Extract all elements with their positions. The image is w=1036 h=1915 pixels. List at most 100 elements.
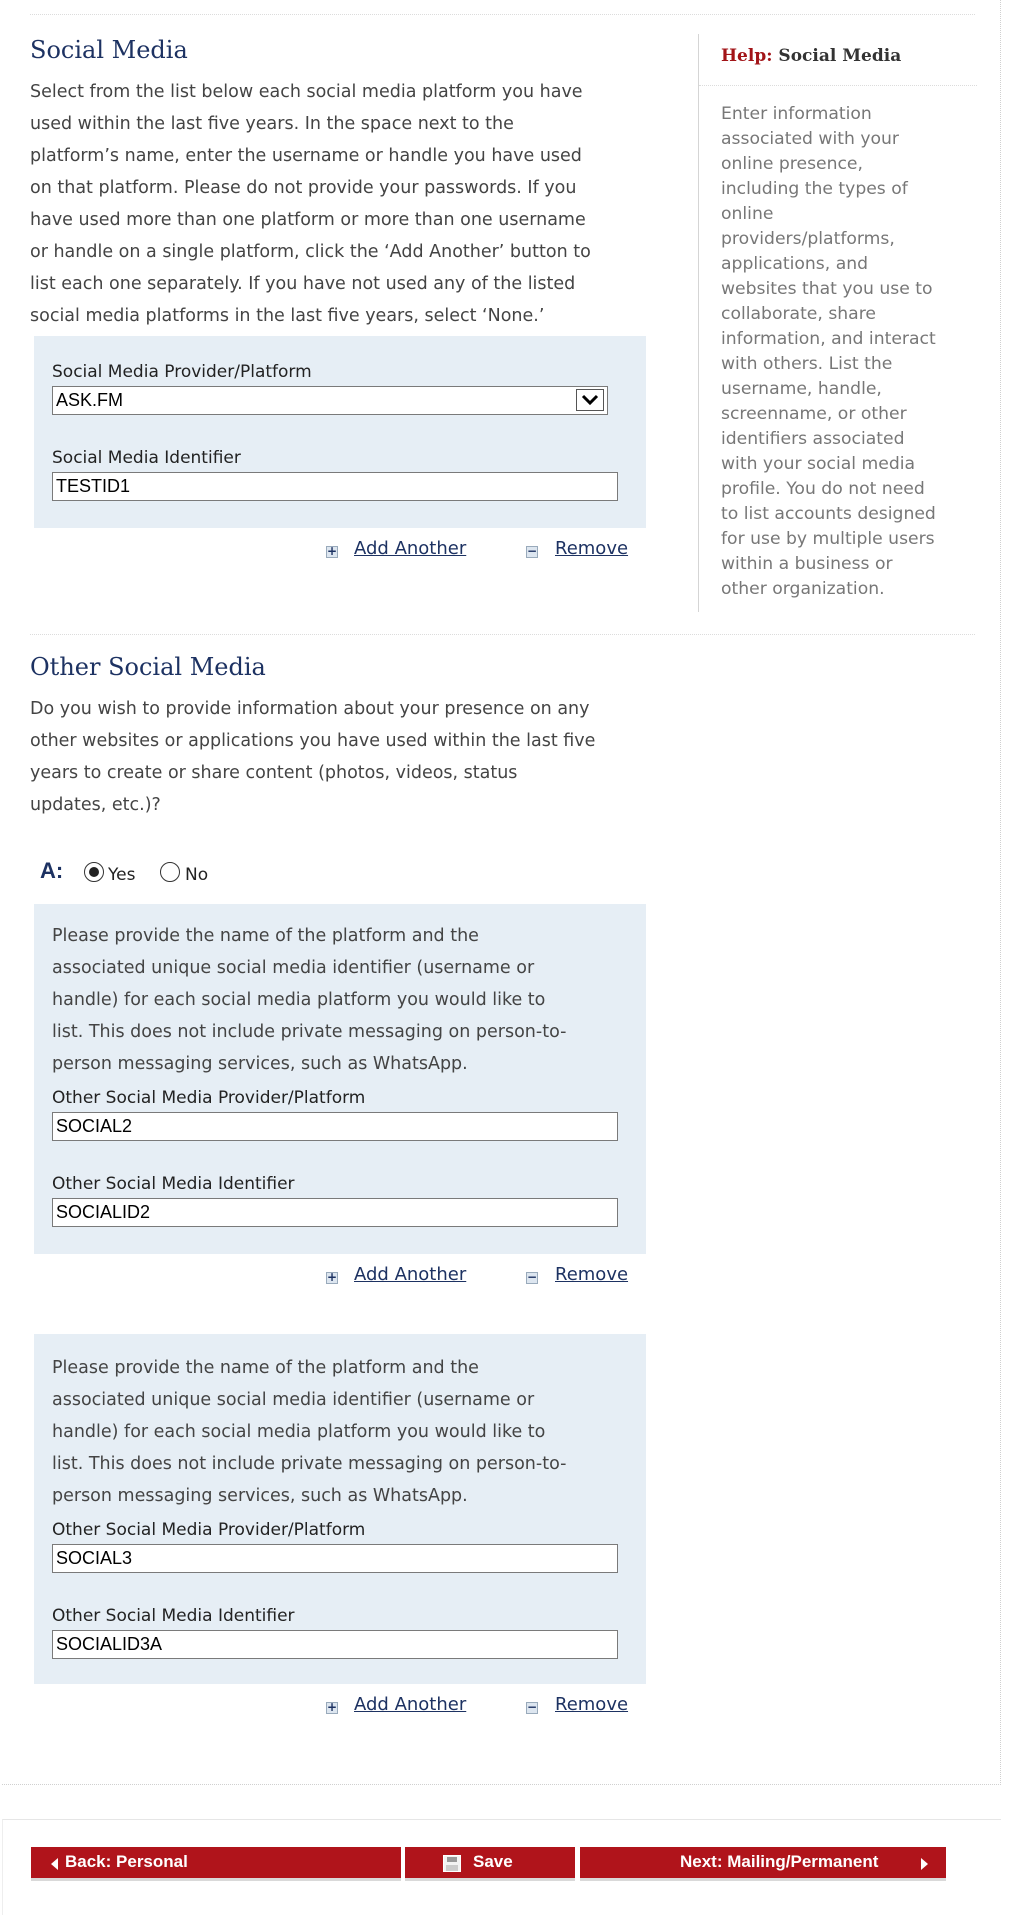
description-line: or handle on a single platform, click th… — [30, 242, 591, 262]
question-line: other websites or applications you have … — [30, 731, 596, 751]
question-line: years to create or share content (photos… — [30, 763, 518, 783]
back-button-label: Back: Personal — [65, 1852, 188, 1871]
chevron-left-icon — [51, 1858, 58, 1870]
instruction-line: person messaging services, such as Whats… — [52, 1486, 468, 1506]
provider-select[interactable]: ASK.FM — [52, 386, 608, 415]
other-identifier-label: Other Social Media Identifier — [52, 1606, 295, 1626]
footer-nav: Back: Personal Save Next: Mailing/Perman… — [2, 1819, 1001, 1915]
provider-selected-value: ASK.FM — [56, 390, 124, 410]
minus-icon[interactable]: − — [526, 1271, 538, 1284]
question-line: updates, etc.)? — [30, 795, 161, 815]
help-topic: Social Media — [778, 46, 902, 66]
help-line: collaborate, share — [721, 304, 876, 324]
no-label[interactable]: No — [185, 865, 208, 885]
social-media-description: Select from the list below each social m… — [30, 76, 680, 332]
answer-prefix: A: — [40, 858, 64, 883]
other-provider-input[interactable]: SOCIAL3 — [52, 1544, 618, 1573]
help-line: to list accounts designed — [721, 504, 936, 524]
help-line: associated with your — [721, 129, 899, 149]
next-button-label: Next: Mailing/Permanent — [680, 1852, 879, 1871]
help-line: for use by multiple users — [721, 529, 935, 549]
help-panel: Help: Social Media Enter information ass… — [698, 34, 979, 612]
other-provider-label: Other Social Media Provider/Platform — [52, 1520, 366, 1540]
instruction-line: Please provide the name of the platform … — [52, 926, 479, 946]
description-line: social media platforms in the last five … — [30, 306, 545, 326]
other-identifier-input[interactable]: SOCIALID3A — [52, 1630, 618, 1659]
plus-icon[interactable]: + — [326, 1271, 338, 1284]
save-button-label: Save — [473, 1852, 513, 1871]
help-text: Enter information associated with your o… — [721, 102, 981, 602]
description-line: used within the last five years. In the … — [30, 114, 514, 134]
no-radio[interactable] — [160, 862, 180, 882]
section-title-social-media: Social Media — [30, 36, 188, 64]
divider — [699, 85, 977, 86]
instruction-line: Please provide the name of the platform … — [52, 1358, 479, 1378]
instruction-line: associated unique social media identifie… — [52, 958, 535, 978]
remove-link[interactable]: Remove — [555, 1264, 628, 1285]
instruction-line: person messaging services, such as Whats… — [52, 1054, 468, 1074]
help-line: information, and interact — [721, 329, 936, 349]
help-line: including the types of — [721, 179, 908, 199]
yes-label[interactable]: Yes — [108, 865, 135, 885]
help-line: screenname, or other — [721, 404, 907, 424]
other-provider-input[interactable]: SOCIAL2 — [52, 1112, 618, 1141]
help-line: within a business or — [721, 554, 893, 574]
minus-icon[interactable]: − — [526, 545, 538, 558]
description-line: on that platform. Please do not provide … — [30, 178, 577, 198]
remove-link[interactable]: Remove — [555, 1694, 628, 1715]
yes-radio[interactable] — [84, 862, 104, 882]
help-label: Help: — [721, 46, 773, 66]
other-provider-label: Other Social Media Provider/Platform — [52, 1088, 366, 1108]
help-line: with your social media — [721, 454, 916, 474]
remove-link[interactable]: Remove — [555, 538, 628, 559]
help-line: online presence, — [721, 154, 863, 174]
instruction-line: handle) for each social media platform y… — [52, 990, 546, 1010]
instruction-line: handle) for each social media platform y… — [52, 1422, 546, 1442]
description-line: platform’s name, enter the username or h… — [30, 146, 582, 166]
save-button[interactable]: Save — [405, 1847, 575, 1881]
instruction-line: associated unique social media identifie… — [52, 1390, 535, 1410]
save-icon — [443, 1855, 461, 1872]
section-title-other-social-media: Other Social Media — [30, 653, 266, 681]
help-line: identifiers associated — [721, 429, 905, 449]
add-another-link[interactable]: Add Another — [354, 1264, 466, 1285]
instruction-line: list. This does not include private mess… — [52, 1022, 567, 1042]
question-line: Do you wish to provide information about… — [30, 699, 590, 719]
chevron-down-icon[interactable] — [576, 389, 604, 411]
plus-icon[interactable]: + — [326, 545, 338, 558]
help-line: online — [721, 204, 774, 224]
instruction-line: list. This does not include private mess… — [52, 1454, 567, 1474]
help-title: Help: Social Media — [721, 46, 901, 66]
chevron-right-icon — [921, 1858, 928, 1870]
provider-label: Social Media Provider/Platform — [52, 362, 312, 382]
divider — [30, 634, 975, 635]
next-button[interactable]: Next: Mailing/Permanent — [580, 1847, 946, 1881]
description-line: list each one separately. If you have no… — [30, 274, 576, 294]
help-line: username, handle, — [721, 379, 882, 399]
social-media-entry-box: Social Media Provider/Platform ASK.FM So… — [34, 336, 646, 528]
entry-instructions: Please provide the name of the platform … — [52, 1352, 642, 1512]
other-identifier-label: Other Social Media Identifier — [52, 1174, 295, 1194]
help-line: with others. List the — [721, 354, 893, 374]
other-social-media-entry-box: Please provide the name of the platform … — [34, 1334, 646, 1684]
other-social-media-question: Do you wish to provide information about… — [30, 693, 690, 821]
plus-icon[interactable]: + — [326, 1701, 338, 1714]
other-social-media-entry-box: Please provide the name of the platform … — [34, 904, 646, 1254]
add-another-link[interactable]: Add Another — [354, 1694, 466, 1715]
description-line: Select from the list below each social m… — [30, 82, 583, 102]
help-line: websites that you use to — [721, 279, 933, 299]
minus-icon[interactable]: − — [526, 1701, 538, 1714]
help-line: Enter information — [721, 104, 872, 124]
divider — [30, 14, 975, 15]
back-button[interactable]: Back: Personal — [31, 1847, 401, 1881]
identifier-label: Social Media Identifier — [52, 448, 241, 468]
help-line: profile. You do not need — [721, 479, 925, 499]
help-line: other organization. — [721, 579, 885, 599]
help-line: applications, and — [721, 254, 869, 274]
entry-instructions: Please provide the name of the platform … — [52, 920, 642, 1080]
other-identifier-input[interactable]: SOCIALID2 — [52, 1198, 618, 1227]
description-line: have used more than one platform or more… — [30, 210, 586, 230]
identifier-input[interactable]: TESTID1 — [52, 472, 618, 501]
add-another-link[interactable]: Add Another — [354, 538, 466, 559]
help-line: providers/platforms, — [721, 229, 895, 249]
